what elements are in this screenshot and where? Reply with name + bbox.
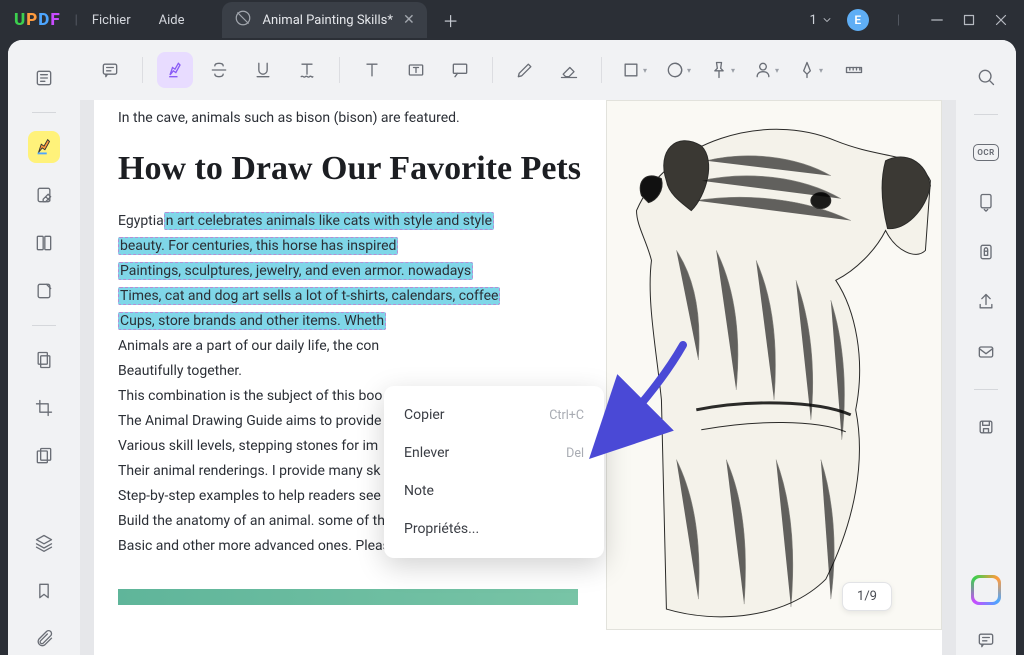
context-note[interactable]: Note xyxy=(384,472,604,510)
ai-assistant-button[interactable] xyxy=(971,575,1001,605)
context-remove[interactable]: Enlever Del xyxy=(384,434,604,472)
underline-tool[interactable] xyxy=(245,52,281,88)
context-properties[interactable]: Propriétés... xyxy=(384,510,604,548)
edit-mode-button[interactable] xyxy=(28,179,60,211)
highlighted-text: n art celebrates animals like cats with … xyxy=(164,212,494,230)
email-button[interactable] xyxy=(971,337,1001,367)
tab-doc-icon xyxy=(234,9,252,31)
document-image-strip xyxy=(118,589,578,605)
layers-button[interactable] xyxy=(28,527,60,559)
highlighted-text: Times, cat and dog art sells a lot of t-… xyxy=(118,287,500,305)
squiggly-tool[interactable] xyxy=(289,52,325,88)
bookmarks-button[interactable] xyxy=(28,575,60,607)
document-tab[interactable]: Animal Painting Skills* ✕ xyxy=(222,2,426,38)
new-tab-button[interactable]: ＋ xyxy=(443,8,459,32)
convert-button[interactable] xyxy=(971,187,1001,217)
share-button[interactable] xyxy=(971,287,1001,317)
protect-button[interactable] xyxy=(971,237,1001,267)
comments-panel-button[interactable] xyxy=(971,625,1001,655)
user-avatar[interactable]: E xyxy=(847,9,869,31)
menu-help[interactable]: Aide xyxy=(159,13,185,28)
pin-tool[interactable]: ▾ xyxy=(704,52,740,88)
forms-mode-button[interactable] xyxy=(28,275,60,307)
separator: | xyxy=(75,13,78,28)
maximize-button[interactable] xyxy=(960,11,978,29)
pen-tool[interactable]: ▾ xyxy=(792,52,828,88)
callout-tool[interactable] xyxy=(442,52,478,88)
attachments-button[interactable] xyxy=(28,623,60,655)
crop-button[interactable] xyxy=(28,392,60,424)
minimize-button[interactable] xyxy=(928,11,946,29)
textbox-tool[interactable] xyxy=(398,52,434,88)
highlighted-text: Cups, store brands and other items. Whet… xyxy=(118,312,386,330)
strikethrough-tool[interactable] xyxy=(201,52,237,88)
highlighted-text: beauty. For centuries, this horse has in… xyxy=(118,237,398,255)
watermark-button[interactable] xyxy=(28,440,60,472)
stamp-tool[interactable]: ▾ xyxy=(660,52,696,88)
close-window-button[interactable] xyxy=(992,11,1010,29)
search-button[interactable] xyxy=(971,62,1001,92)
signature-tool[interactable]: ▾ xyxy=(748,52,784,88)
page-indicator[interactable]: 1/9 xyxy=(842,582,892,611)
comment-tool[interactable] xyxy=(92,52,128,88)
reader-mode-button[interactable] xyxy=(28,62,60,94)
tab-title: Animal Painting Skills* xyxy=(262,13,392,28)
highlighter-tool[interactable] xyxy=(157,52,193,88)
shape-tool[interactable]: ▾ xyxy=(616,52,652,88)
app-logo: UPDF xyxy=(14,10,61,30)
ocr-button[interactable]: OCR xyxy=(971,137,1001,167)
pencil-tool[interactable] xyxy=(507,52,543,88)
organize-mode-button[interactable] xyxy=(28,227,60,259)
page-count-dropdown[interactable]: 1 xyxy=(810,13,833,28)
highlight-mode-button[interactable] xyxy=(28,131,60,163)
page-tools-button[interactable] xyxy=(28,344,60,376)
eraser-tool[interactable] xyxy=(551,52,587,88)
highlighted-text: Paintings, sculptures, jewelry, and even… xyxy=(118,262,473,280)
context-menu: Copier Ctrl+C Enlever Del Note Propriété… xyxy=(384,386,604,558)
save-button[interactable] xyxy=(971,412,1001,442)
menu-file[interactable]: Fichier xyxy=(92,13,131,28)
context-copy[interactable]: Copier Ctrl+C xyxy=(384,396,604,434)
ruler-tool[interactable] xyxy=(836,52,872,88)
separator: | xyxy=(897,13,900,28)
document-image xyxy=(606,100,942,630)
text-tool[interactable] xyxy=(354,52,390,88)
tab-close-icon[interactable]: ✕ xyxy=(403,12,415,28)
